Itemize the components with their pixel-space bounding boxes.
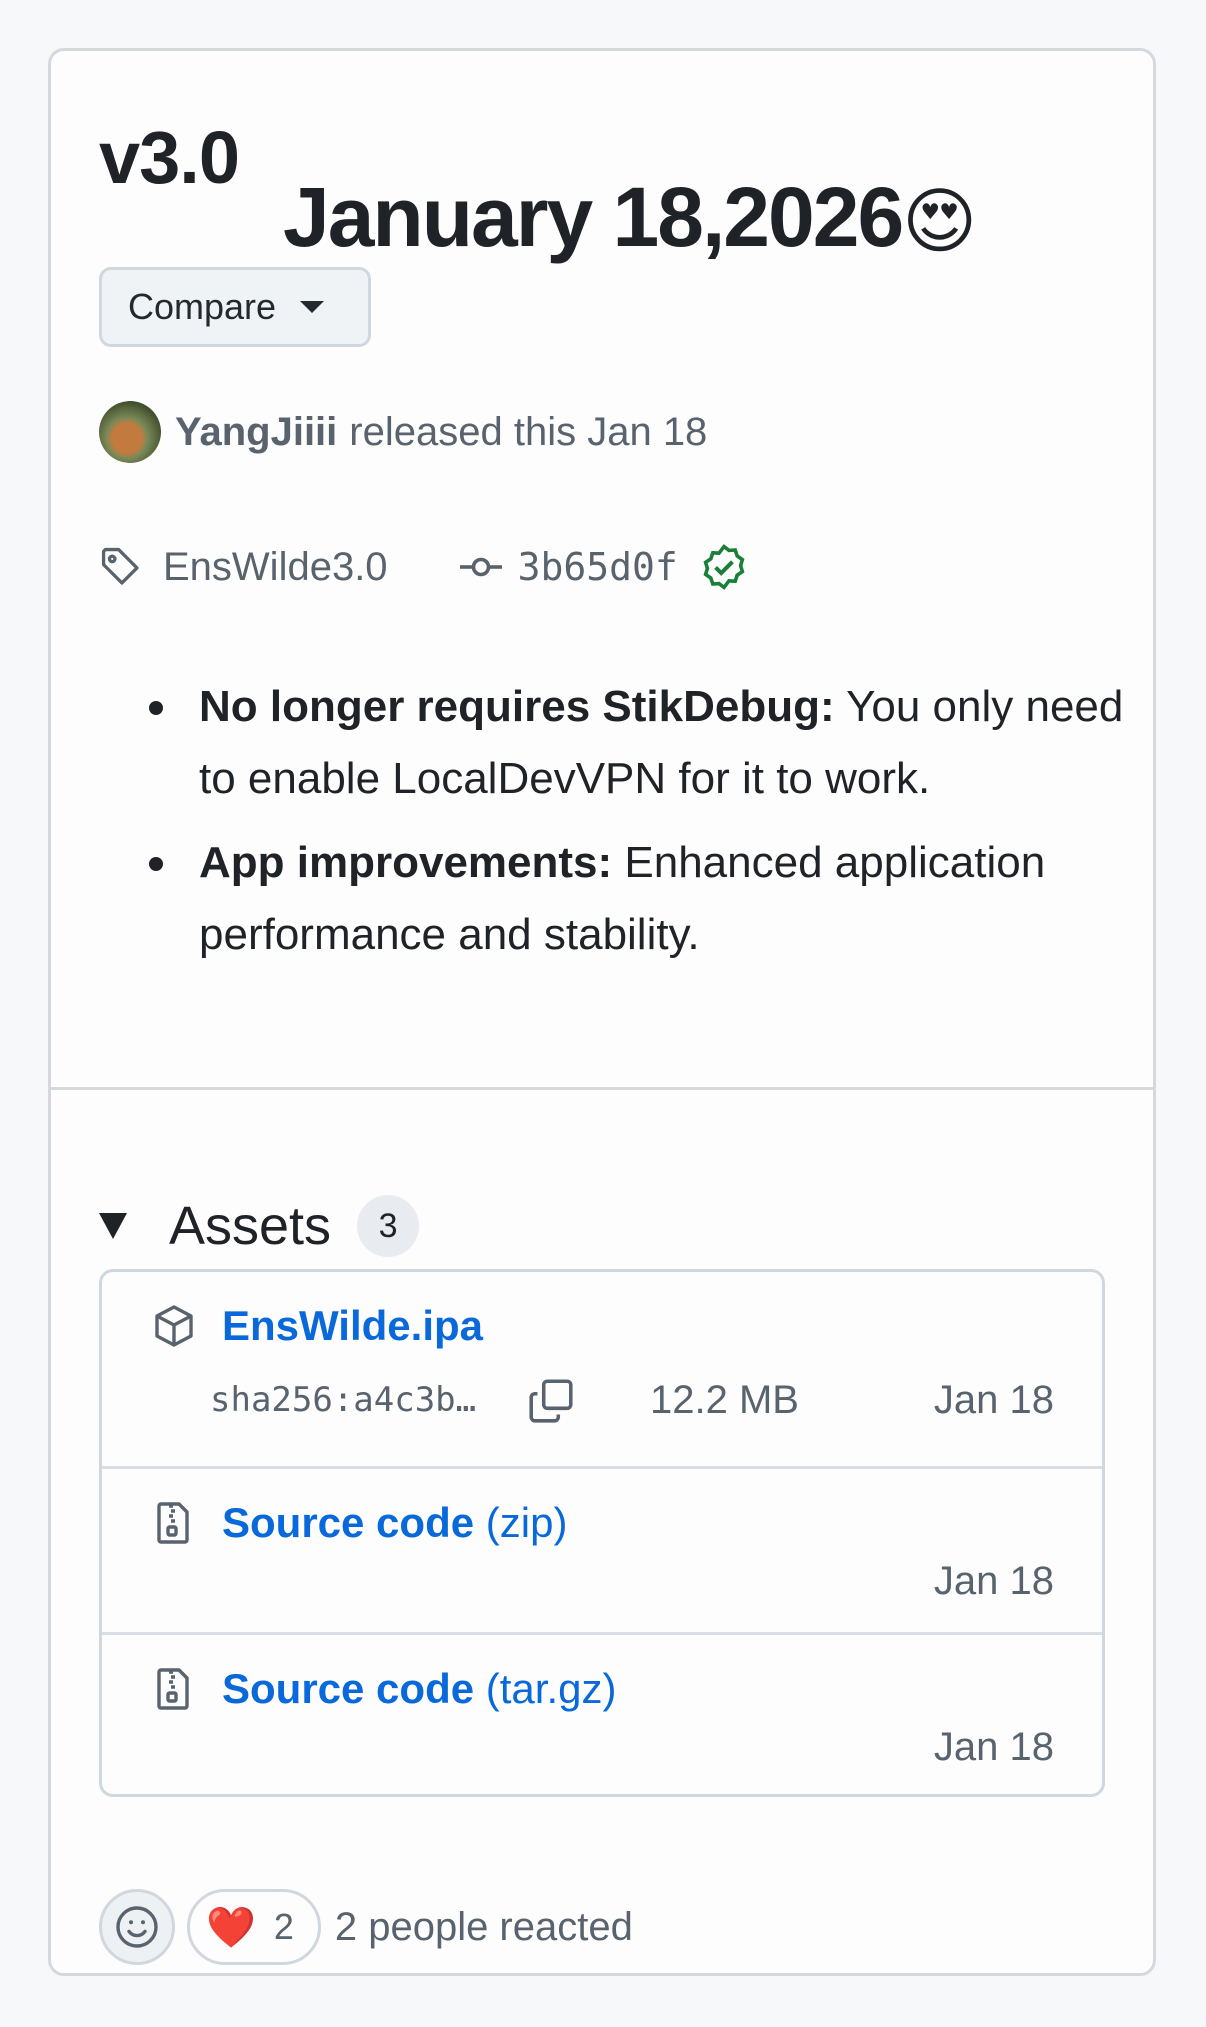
asset-date: Jan 18 [933,1378,1054,1422]
file-zip-icon [157,1668,189,1710]
asset-link-targz[interactable]: Source code (tar.gz) [222,1665,616,1713]
subtitle-text: January 18,2026 [283,170,904,264]
assets-count-badge: 3 [357,1195,420,1257]
release-card: v3.0 January 18,2026😍 Compare YangJiiii … [48,48,1156,1976]
note-heading: App improvements: [199,838,613,887]
release-title[interactable]: v3.0 [99,115,240,200]
released-text: released this Jan 18 [349,409,708,454]
release-notes: No longer requires StikDebug: You only n… [149,671,1139,983]
asset-row: Source code (zip) Jan 18 [102,1466,1102,1632]
release-note-item: No longer requires StikDebug: You only n… [149,671,1139,815]
asset-ext: (zip) [474,1499,568,1546]
tag-link[interactable]: EnsWilde3.0 [163,545,388,590]
commit-sha: 3b65d0f [517,545,678,589]
heart-reaction-button[interactable]: ❤️ 2 [187,1889,321,1965]
section-divider [51,1087,1153,1090]
smiley-icon [116,1906,158,1948]
assets-title: Assets [169,1196,332,1256]
asset-date: Jan 18 [933,1725,1054,1769]
commit-link[interactable]: 3b65d0f [458,543,748,591]
verified-icon[interactable] [700,543,748,591]
triangle-down-icon [99,1213,127,1239]
reactions-bar: ❤️ 2 2 people reacted [99,1889,633,1965]
asset-sha256: sha256:a4c3b… [210,1380,477,1420]
release-meta: EnsWilde3.0 3b65d0f [99,543,748,591]
compare-button[interactable]: Compare [99,267,371,347]
author-link[interactable]: YangJiiii [175,410,337,455]
assets-toggle[interactable]: Assets 3 [99,1195,420,1257]
release-byline: YangJiiii released this Jan 18 [99,401,707,463]
asset-link-ipa[interactable]: EnsWilde.ipa [222,1302,483,1350]
heart-eyes-emoji: 😍 [902,182,977,262]
caret-down-icon [300,301,325,313]
commit-icon [459,557,502,577]
asset-row: Source code (tar.gz) Jan 18 [102,1632,1102,1794]
asset-row: EnsWilde.ipa sha256:a4c3b… 12.2 MB Jan 1… [102,1272,1102,1466]
asset-date: Jan 18 [933,1559,1054,1603]
add-reaction-button[interactable] [99,1889,175,1965]
release-note-item: App improvements: Enhanced application p… [149,827,1139,971]
heart-count: 2 [273,1906,294,1947]
asset-ext: (tar.gz) [474,1665,617,1712]
avatar[interactable] [99,401,161,463]
asset-link-zip[interactable]: Source code (zip) [222,1499,567,1547]
compare-label: Compare [128,286,277,327]
tag-icon [101,547,139,585]
heart-icon: ❤️ [206,1905,256,1950]
asset-name: Source code [222,1665,475,1712]
asset-size: 12.2 MB [650,1378,799,1422]
package-icon [155,1305,193,1347]
copy-icon[interactable] [526,1376,576,1426]
release-subtitle: January 18,2026😍 [283,169,977,266]
reactions-summary: 2 people reacted [334,1904,633,1949]
note-heading: No longer requires StikDebug: [199,682,835,731]
assets-list: EnsWilde.ipa sha256:a4c3b… 12.2 MB Jan 1… [99,1269,1105,1797]
asset-name: Source code [222,1499,475,1546]
file-zip-icon [157,1502,189,1544]
